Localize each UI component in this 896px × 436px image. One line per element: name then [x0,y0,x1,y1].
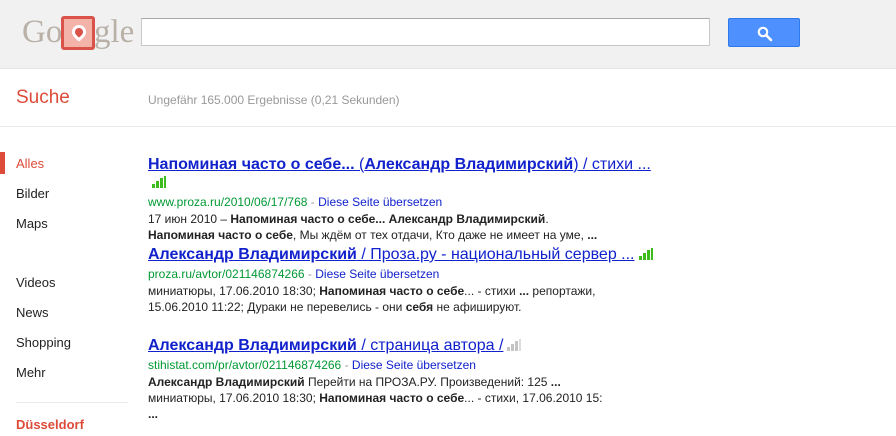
signal-bars-icon [638,248,653,260]
nav-item-shopping[interactable]: Shopping [16,335,71,350]
result-url-line: proza.ru/avtor/021146874266 - Diese Seit… [148,267,440,281]
result-snippet: 17 июн 2010 – Напоминая часто о себе... … [148,212,549,226]
search-result: Напоминая часто о себе... (Александр Вла… [148,155,668,243]
result-title-link[interactable]: Александр Владимирский / Проза.ру - наци… [148,246,635,263]
header-divider [0,126,896,127]
top-bar: Go gle [0,0,896,69]
search-result: Александр Владимирский / страница автора… [148,336,668,422]
search-input[interactable] [141,18,710,46]
result-title-link[interactable]: Александр Владимирский / страница автора… [148,337,503,354]
active-nav-marker [0,152,5,174]
result-url-line: www.proza.ru/2010/06/17/768 - Diese Seit… [148,195,443,209]
result-url-line: stihistat.com/pr/avtor/021146874266 - Di… [148,358,476,372]
result-snippet: ... [148,407,159,421]
search-button[interactable] [728,18,800,47]
result-url: proza.ru/avtor/021146874266 [148,267,305,281]
nav-item-bilder[interactable]: Bilder [16,186,49,201]
result-title-link[interactable]: Напоминая часто о себе... (Александр Вла… [148,156,651,173]
result-url: www.proza.ru/2010/06/17/768 [148,195,308,209]
search-result: Александр Владимирский / Проза.ру - наци… [148,245,668,315]
google-doodle-logo[interactable]: Go gle [22,14,134,54]
result-snippet: миниатюры, 17.06.2010 18:30; Напоминая ч… [148,284,596,298]
result-snippet: миниатюры, 17.06.2010 18:30; Напоминая ч… [148,391,603,405]
nav-item-alles[interactable]: Alles [16,156,44,171]
logo-text-left: Go [22,14,63,50]
translate-link[interactable]: Diese Seite übersetzen [318,195,442,209]
result-snippet: Напоминая часто о себе, Мы ждём от тех о… [148,228,598,242]
nav-item-videos[interactable]: Videos [16,275,56,290]
nav-item-news[interactable]: News [16,305,49,320]
logo-text-right: gle [94,14,135,50]
nav-item-mehr[interactable]: Mehr [16,365,46,380]
nav-divider [16,402,128,403]
signal-bars-icon [152,176,166,188]
section-title: Suche [16,87,70,108]
translate-link[interactable]: Diese Seite übersetzen [315,267,439,281]
signal-bars-icon [507,339,522,351]
result-url: stihistat.com/pr/avtor/021146874266 [148,358,342,372]
result-snippet: 15.06.2010 11:22; Дураки не перевелись -… [148,300,522,314]
translate-link[interactable]: Diese Seite übersetzen [352,358,476,372]
result-snippet: Александр Владимирский Перейти на ПРОЗА.… [148,375,561,389]
search-icon [757,26,773,42]
nav-item-maps[interactable]: Maps [16,216,48,231]
result-stats: Ungefähr 165.000 Ergebnisse (0,21 Sekund… [148,93,400,107]
location-label[interactable]: Düsseldorf [16,417,84,432]
heart-doodle-icon [61,16,95,50]
